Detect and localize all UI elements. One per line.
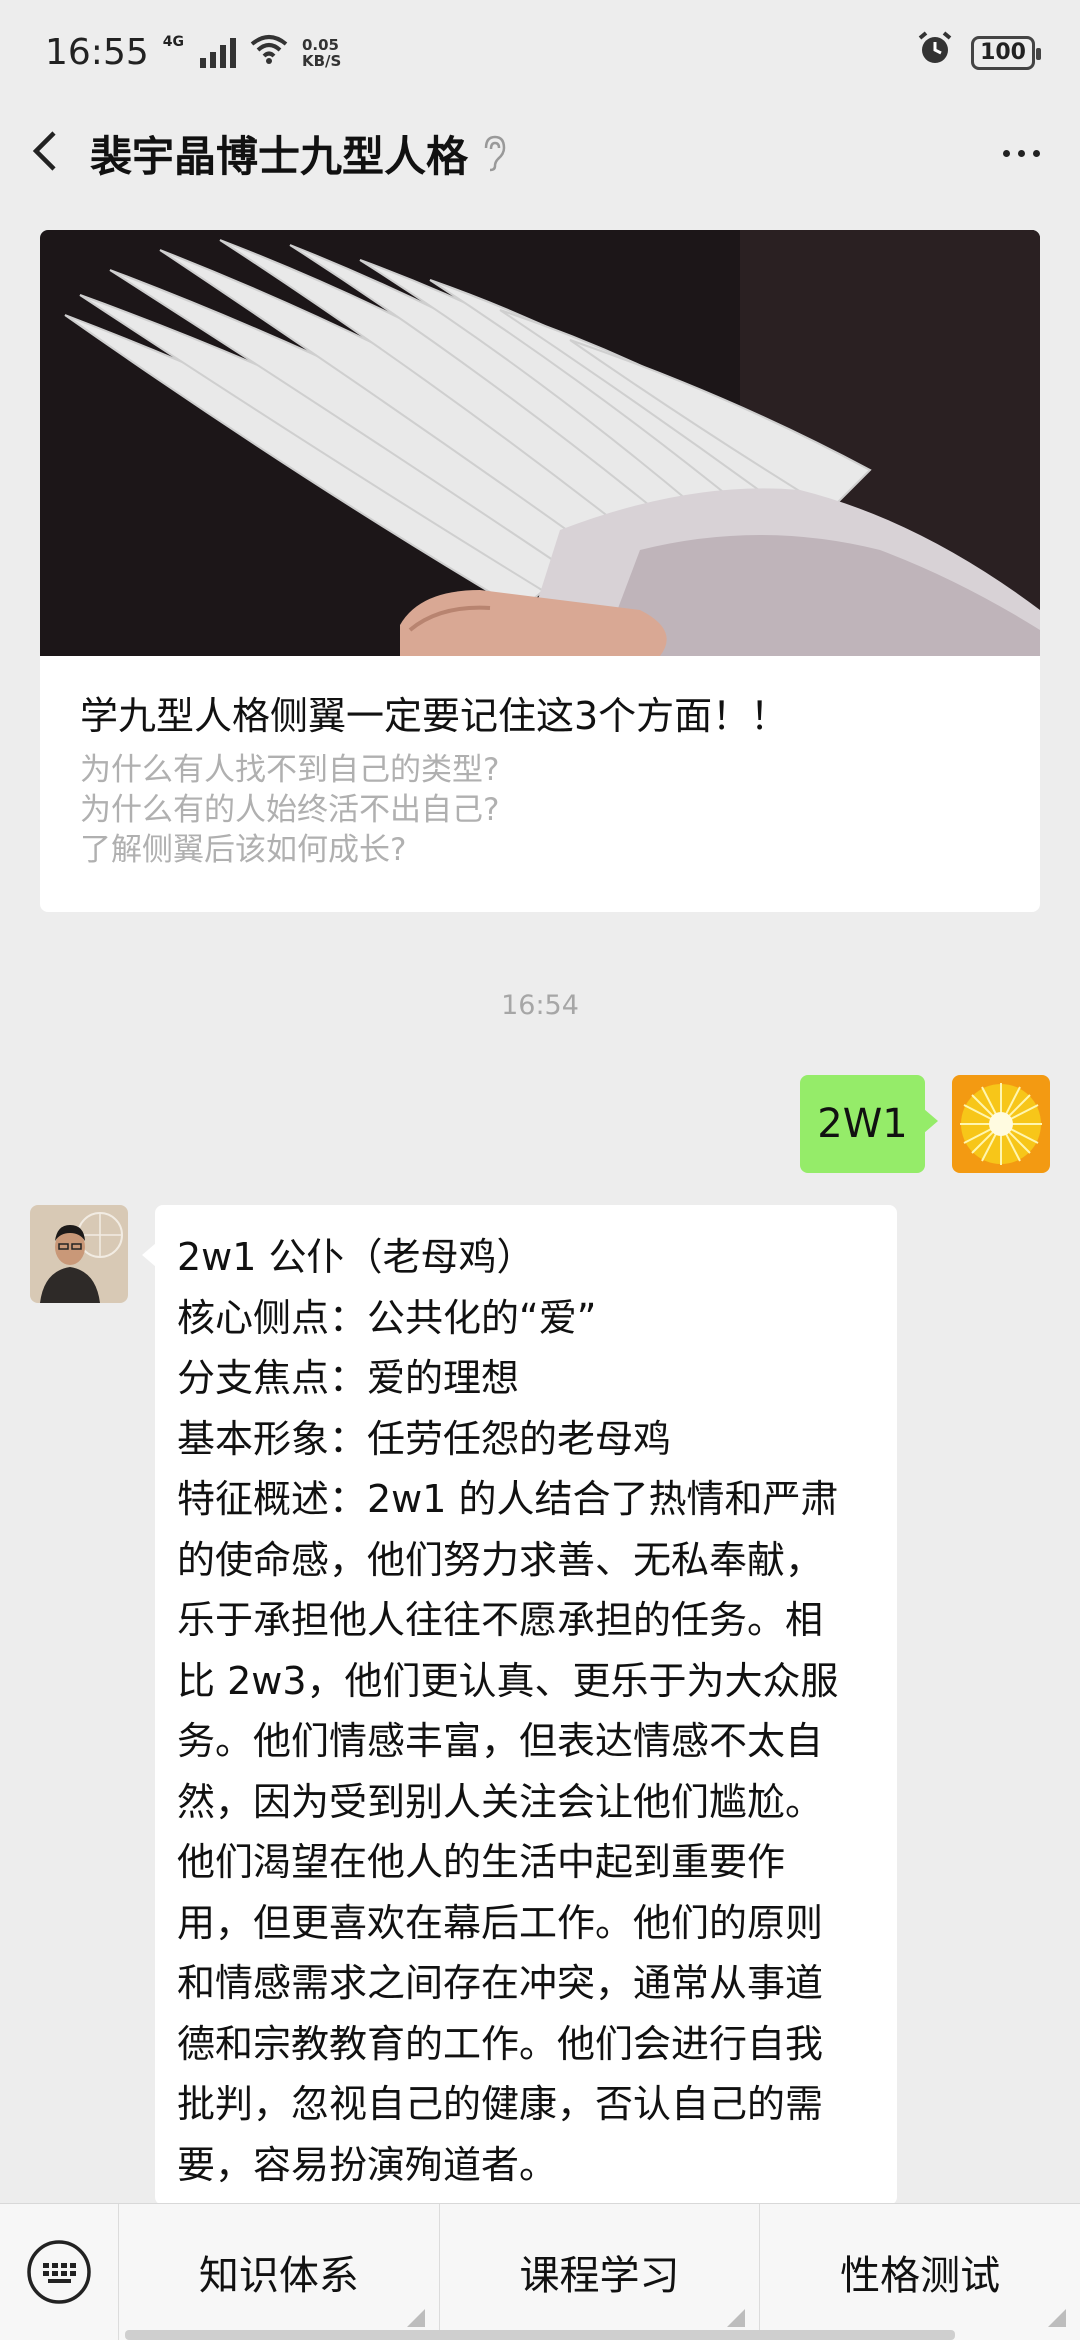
message-line: 和情感需求之间存在冲突，通常从事道: [177, 1961, 824, 2005]
wifi-icon: [250, 33, 288, 73]
speed-unit: KB/S: [301, 51, 342, 70]
message-line: 的使命感，他们努力求善、无私奉献，: [177, 1537, 824, 1582]
article-cover-image: [40, 230, 1040, 656]
avatar[interactable]: [30, 1205, 128, 1303]
menu-item-label: 知识体系: [198, 2253, 359, 2299]
menu-item-label: 课程学习: [519, 2253, 680, 2299]
status-bar: 16:55 4G 0.05 KB/S 100: [0, 0, 1080, 105]
avatar[interactable]: [952, 1075, 1050, 1173]
article-desc-line: 为什么有人找不到自己的类型?: [80, 752, 500, 788]
menu-item-label: 性格测试: [840, 2253, 1001, 2299]
nav-bar: 裴宇晶博士九型人格: [0, 105, 1080, 201]
message-line: 2w1 公仆（老母鸡）: [177, 1235, 535, 1279]
message-line: 特征概述：2w1 的人结合了热情和严肃: [177, 1477, 839, 1521]
received-message-bubble[interactable]: 2w1 公仆（老母鸡） 核心侧点：公共化的“爱” 分支焦点：爱的理想 基本形象：…: [142, 1205, 897, 2205]
message-line: 批判，忽视自己的健康，否认自己的需: [177, 2082, 824, 2126]
message-line: 然，因为受到别人关注会让他们尴尬。: [177, 1779, 824, 1824]
message-line: 他们渴望在他人的生活中起到重要作: [177, 1840, 786, 1884]
message-line: 核心侧点：公共化的“爱”: [177, 1295, 597, 1340]
status-right: 100: [917, 30, 1041, 75]
speed-value: 0.05: [301, 35, 339, 54]
battery-level: 100: [980, 40, 1026, 65]
article-desc-line: 了解侧翼后该如何成长?: [80, 832, 407, 868]
message-line: 基本形象：任劳任怨的老母鸡: [177, 1416, 672, 1461]
menu-item-courses[interactable]: 课程学习: [438, 2203, 760, 2340]
article-description: 为什么有人找不到自己的类型? 为什么有的人始终活不出自己? 了解侧翼后该如何成长…: [80, 750, 499, 870]
message-line: 务。他们情感丰富，但表达情感不太自: [177, 1719, 824, 1763]
message-line: 德和宗教教育的工作。他们会进行自我: [177, 2021, 824, 2066]
menu-item-knowledge[interactable]: 知识体系: [118, 2203, 439, 2340]
ear-icon[interactable]: [482, 134, 506, 172]
submenu-indicator-icon: [1048, 2308, 1067, 2327]
message-timestamp: 16:54: [501, 990, 579, 1021]
status-left: 16:55 4G 0.05 KB/S: [45, 32, 341, 73]
sunburst-avatar-image: [952, 1075, 1050, 1173]
message-line: 用，但更喜欢在幕后工作。他们的原则: [177, 1900, 824, 1945]
battery-icon: 100: [971, 35, 1041, 70]
keyboard-icon[interactable]: [0, 2204, 118, 2340]
network-type: 4G: [162, 34, 184, 50]
alarm-icon: [917, 30, 953, 75]
bottom-menu: 知识体系 课程学习 性格测试: [0, 2203, 1080, 2340]
article-desc-line: 为什么有的人始终活不出自己?: [80, 792, 500, 828]
back-icon[interactable]: [30, 127, 60, 179]
article-card[interactable]: 学九型人格侧翼一定要记住这3个方面！！ 为什么有人找不到自己的类型? 为什么有的…: [40, 230, 1040, 912]
sent-message-bubble[interactable]: 2W1: [800, 1075, 938, 1173]
message-line: 乐于承担他人往往不愿承担的任务。相: [177, 1598, 824, 1642]
status-time: 16:55: [45, 32, 149, 73]
message-line: 分支焦点：爱的理想: [177, 1356, 520, 1400]
submenu-indicator-icon: [727, 2308, 746, 2327]
more-icon[interactable]: [993, 140, 1050, 167]
account-avatar-image: [30, 1205, 128, 1303]
menu-item-personality-test[interactable]: 性格测试: [759, 2203, 1080, 2340]
sent-message-text: 2W1: [817, 1101, 908, 1147]
home-indicator: [125, 2330, 955, 2340]
submenu-indicator-icon: [406, 2308, 425, 2327]
page-title: 裴宇晶博士九型人格: [90, 131, 469, 181]
network-speed: 0.05 KB/S: [302, 37, 341, 69]
article-title: 学九型人格侧翼一定要记住这3个方面！！: [80, 694, 789, 738]
message-line: 要，容易扮演殉道者。: [177, 2142, 558, 2187]
signal-icon: [199, 37, 236, 68]
message-line: 比 2w3，他们更认真、更乐于为大众服: [177, 1658, 839, 1703]
